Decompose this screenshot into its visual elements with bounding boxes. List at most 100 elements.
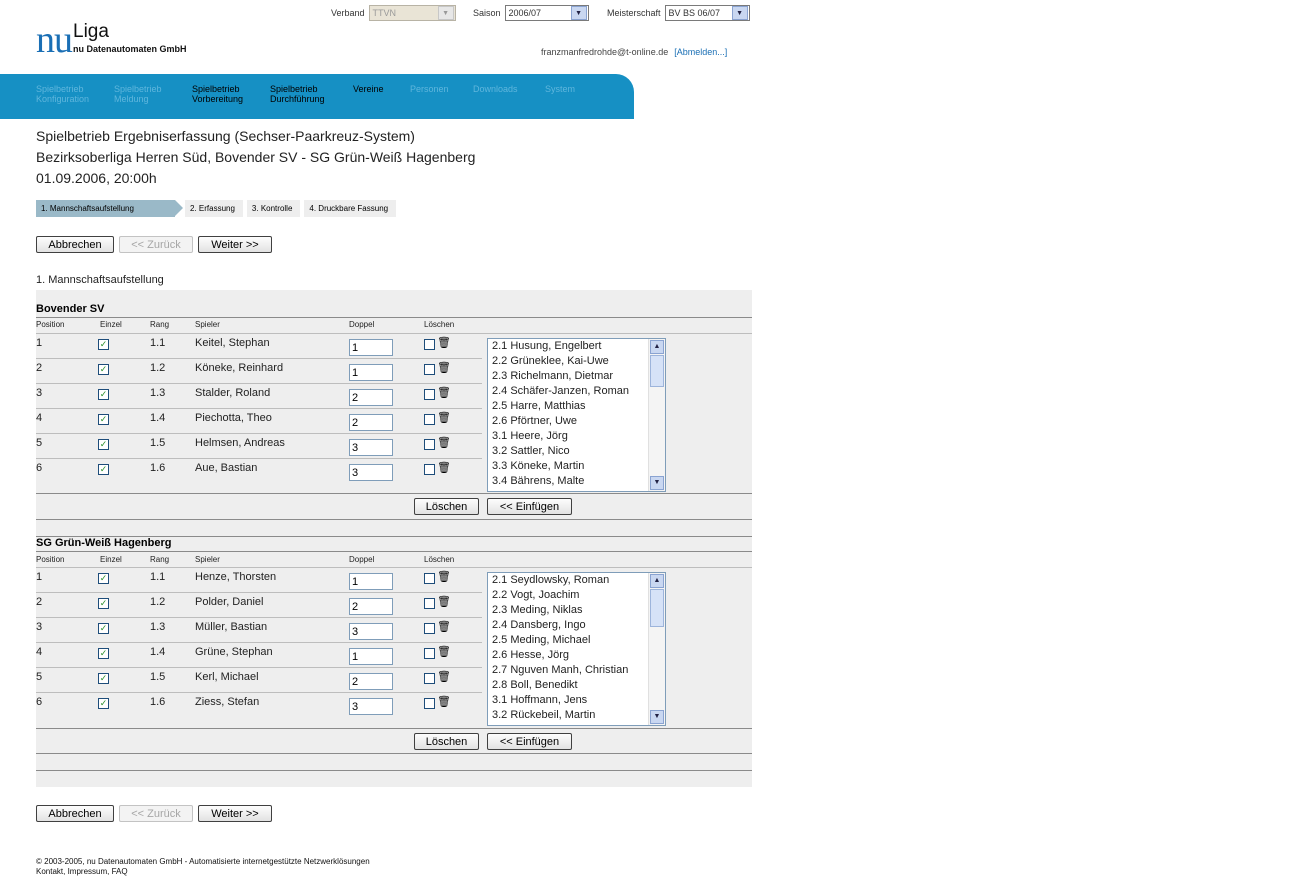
doppel-input[interactable]: 2 <box>349 389 393 406</box>
delete-checkbox[interactable] <box>424 623 435 634</box>
einzel-checkbox[interactable]: ✓ <box>98 389 109 400</box>
einzel-checkbox[interactable]: ✓ <box>98 623 109 634</box>
trash-icon[interactable]: 🗑 <box>437 463 451 474</box>
nav-item-vorbereitung[interactable]: Spielbetrieb Vorbereitung <box>192 84 243 104</box>
list-item[interactable]: 2.2 Vogt, Joachim <box>488 588 665 603</box>
trash-icon[interactable]: 🗑 <box>437 572 451 583</box>
scrollbar[interactable]: ▲ ▼ <box>648 339 665 491</box>
trash-icon[interactable]: 🗑 <box>437 388 451 399</box>
einzel-checkbox[interactable]: ✓ <box>98 464 109 475</box>
list-item[interactable]: 2.6 Hesse, Jörg <box>488 648 665 663</box>
nav-item-konfiguration[interactable]: Spielbetrieb Konfiguration <box>36 84 89 104</box>
trash-icon[interactable]: 🗑 <box>437 597 451 608</box>
meisterschaft-select[interactable]: BV BS 06/07 ▼ <box>664 5 750 21</box>
cancel-button[interactable]: Abbrechen <box>36 236 114 253</box>
reserve-player-list[interactable]: 2.1 Seydlowsky, Roman 2.2 Vogt, Joachim … <box>487 572 666 726</box>
doppel-input[interactable]: 2 <box>349 414 393 431</box>
list-item[interactable]: 3.2 Sattler, Nico <box>488 444 665 459</box>
list-item[interactable]: 3.1 Heere, Jörg <box>488 429 665 444</box>
einzel-checkbox[interactable]: ✓ <box>98 598 109 609</box>
insert-button[interactable]: << Einfügen <box>487 733 572 750</box>
delete-button[interactable]: Löschen <box>414 498 479 515</box>
reserve-player-list[interactable]: 2.1 Husung, Engelbert 2.2 Grüneklee, Kai… <box>487 338 666 492</box>
einzel-checkbox[interactable]: ✓ <box>98 414 109 425</box>
doppel-input[interactable]: 3 <box>349 464 393 481</box>
back-button[interactable]: << Zurück <box>119 236 193 253</box>
delete-checkbox[interactable] <box>424 339 435 350</box>
chevron-up-icon[interactable]: ▲ <box>650 340 664 354</box>
nav-item-meldung[interactable]: Spielbetrieb Meldung <box>114 84 162 104</box>
list-item[interactable]: 2.1 Husung, Engelbert <box>488 339 665 354</box>
list-item[interactable]: 3.2 Rückebeil, Martin <box>488 708 665 723</box>
delete-checkbox[interactable] <box>424 364 435 375</box>
insert-button[interactable]: << Einfügen <box>487 498 572 515</box>
list-item[interactable]: 2.4 Dansberg, Ingo <box>488 618 665 633</box>
doppel-input[interactable]: 3 <box>349 698 393 715</box>
footer-links[interactable]: Kontakt, Impressum, FAQ <box>36 867 370 877</box>
doppel-input[interactable]: 3 <box>349 623 393 640</box>
delete-checkbox[interactable] <box>424 414 435 425</box>
list-item[interactable]: 2.1 Seydlowsky, Roman <box>488 573 665 588</box>
list-item[interactable]: 2.5 Harre, Matthias <box>488 399 665 414</box>
list-item[interactable]: 2.3 Richelmann, Dietmar <box>488 369 665 384</box>
chevron-down-icon[interactable]: ▼ <box>731 6 748 20</box>
back-button[interactable]: << Zurück <box>119 805 193 822</box>
einzel-checkbox[interactable]: ✓ <box>98 648 109 659</box>
list-item[interactable]: 3.1 Hoffmann, Jens <box>488 693 665 708</box>
delete-checkbox[interactable] <box>424 389 435 400</box>
chevron-up-icon[interactable]: ▲ <box>650 574 664 588</box>
list-item[interactable]: 2.4 Schäfer-Janzen, Roman <box>488 384 665 399</box>
saison-select[interactable]: 2006/07 ▼ <box>504 5 589 21</box>
trash-icon[interactable]: 🗑 <box>437 647 451 658</box>
trash-icon[interactable]: 🗑 <box>437 622 451 633</box>
nav-item-vereine[interactable]: Vereine <box>353 84 384 94</box>
doppel-input[interactable]: 1 <box>349 339 393 356</box>
trash-icon[interactable]: 🗑 <box>437 363 451 374</box>
doppel-input[interactable]: 1 <box>349 573 393 590</box>
doppel-input[interactable]: 2 <box>349 673 393 690</box>
delete-checkbox[interactable] <box>424 464 435 475</box>
doppel-input[interactable]: 2 <box>349 598 393 615</box>
chevron-down-icon[interactable]: ▼ <box>570 6 587 20</box>
next-button[interactable]: Weiter >> <box>198 805 272 822</box>
trash-icon[interactable]: 🗑 <box>437 438 451 449</box>
next-button[interactable]: Weiter >> <box>198 236 272 253</box>
trash-icon[interactable]: 🗑 <box>437 413 451 424</box>
list-item[interactable]: 2.3 Meding, Niklas <box>488 603 665 618</box>
list-item[interactable]: 2.7 Nguven Manh, Christian <box>488 663 665 678</box>
einzel-checkbox[interactable]: ✓ <box>98 673 109 684</box>
einzel-checkbox[interactable]: ✓ <box>98 439 109 450</box>
scrollbar[interactable]: ▲ ▼ <box>648 573 665 725</box>
scroll-thumb[interactable] <box>650 355 664 387</box>
doppel-input[interactable]: 1 <box>349 364 393 381</box>
delete-checkbox[interactable] <box>424 573 435 584</box>
trash-icon[interactable]: 🗑 <box>437 697 451 708</box>
doppel-input[interactable]: 1 <box>349 648 393 665</box>
delete-checkbox[interactable] <box>424 598 435 609</box>
list-item[interactable]: 2.5 Meding, Michael <box>488 633 665 648</box>
cancel-button[interactable]: Abbrechen <box>36 805 114 822</box>
trash-icon[interactable]: 🗑 <box>437 672 451 683</box>
chevron-down-icon[interactable]: ▼ <box>650 476 664 490</box>
einzel-checkbox[interactable]: ✓ <box>98 698 109 709</box>
delete-checkbox[interactable] <box>424 673 435 684</box>
chevron-down-icon[interactable]: ▼ <box>650 710 664 724</box>
nav-item-durchfuehrung[interactable]: Spielbetrieb Durchführung <box>270 84 325 104</box>
scroll-thumb[interactable] <box>650 589 664 627</box>
nav-item-personen[interactable]: Personen <box>410 84 449 94</box>
list-item[interactable]: 2.8 Boll, Benedikt <box>488 678 665 693</box>
logout-link[interactable]: [Abmelden...] <box>674 47 727 57</box>
delete-checkbox[interactable] <box>424 648 435 659</box>
list-item[interactable]: 2.6 Pförtner, Uwe <box>488 414 665 429</box>
list-item[interactable]: 3.4 Bährens, Malte <box>488 474 665 489</box>
einzel-checkbox[interactable]: ✓ <box>98 339 109 350</box>
doppel-input[interactable]: 3 <box>349 439 393 456</box>
list-item[interactable]: 2.2 Grüneklee, Kai-Uwe <box>488 354 665 369</box>
einzel-checkbox[interactable]: ✓ <box>98 364 109 375</box>
trash-icon[interactable]: 🗑 <box>437 338 451 349</box>
list-item[interactable]: 3.3 Köneke, Martin <box>488 459 665 474</box>
einzel-checkbox[interactable]: ✓ <box>98 573 109 584</box>
delete-checkbox[interactable] <box>424 439 435 450</box>
delete-button[interactable]: Löschen <box>414 733 479 750</box>
nav-item-system[interactable]: System <box>545 84 575 94</box>
